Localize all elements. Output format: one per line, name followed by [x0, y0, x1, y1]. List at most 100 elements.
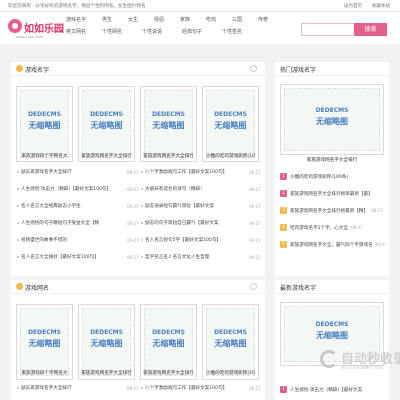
thumbnail[interactable]: DEDECMS 无缩略图: [202, 86, 259, 162]
list-item[interactable]: 人生感悟·攻击力（精辟)【最好文案100句】 09-27: [17, 186, 139, 196]
thumbnail-caption[interactable]: 家族游戏网名字大全排行: [280, 157, 384, 163]
thumbnail[interactable]: DEDECMS 无缩略图: [280, 84, 384, 155]
thumbnail-label: 无缩略图: [28, 339, 61, 348]
list-item-date: 09-27: [249, 169, 261, 175]
list-item-title: 八个字激励短句工作【最好文案100句】: [145, 386, 228, 391]
rank-item[interactable]: 4 吃鸡游戏名字2个字，心大全 09-27: [280, 224, 386, 234]
list-item[interactable]: 名人名言大全摘抄【最好文案100句】 09-27: [17, 254, 139, 264]
thumbnail-caption[interactable]: 家族游戏网名字大全排行: [78, 153, 135, 159]
bullet-icon: [17, 221, 19, 224]
list-item[interactable]: 八个字激励短句工作【最好文案100句】 09-27: [141, 169, 261, 179]
rank-item[interactable]: 3 家族游戏网名字大全排行榜最新【精】 09-27: [280, 207, 386, 217]
rank-number: 2: [280, 190, 287, 197]
rank-number: 1: [280, 386, 287, 393]
bookmark-link[interactable]: 收藏本站: [372, 4, 390, 9]
rank-item[interactable]: 2 家族游戏网名字大全排行榜单最新【最】: [280, 190, 386, 200]
game-names-panel: 游戏名字 DEDECMS 无缩略图 DEDECMS 无缩略图 DEDECMS 无缩略图…: [11, 62, 265, 276]
latest-game-names-panel: 最新游戏名字 DEDECMS 无缩略图 1 人生感悟·攻击力（精辟)【最好文案: [275, 280, 389, 400]
thumbnail-caption[interactable]: 家族游戏四个字网名大: [16, 153, 73, 159]
list-item[interactable]: 励志系游戏名字大全排行 09-27: [17, 385, 139, 395]
list-item-title: 名人名言大全经典励志小学生: [21, 204, 81, 209]
thumbnail-label: 无缩略图: [214, 121, 247, 130]
thumbnail[interactable]: DEDECMS 无缩略图: [140, 304, 197, 380]
rank-item-title: 吃鸡游戏名字2个字，心大全: [290, 226, 349, 231]
panel-title-text: 游戏网名: [25, 285, 50, 292]
rank-number: 1: [280, 173, 287, 180]
smile-icon: [16, 283, 23, 290]
bullet-icon: [141, 221, 143, 224]
list-item[interactable]: 八个字激励短句工作【最好文案100句】 09-27: [141, 385, 261, 395]
list-item[interactable]: 哲学名言名人名言文化人生哲理 09-27: [141, 254, 261, 264]
search-input[interactable]: [301, 23, 354, 36]
list-item-date: 09-27: [249, 203, 261, 209]
logo-url: www.xxxx.com: [16, 35, 43, 39]
panel-title-text: 热门游戏名字: [280, 67, 317, 74]
list-item-title: 大惑局有适合的诗句（精辟）: [145, 187, 205, 192]
thumbnail-brand: DEDECMS: [152, 111, 185, 118]
rank-item[interactable]: 1 人生感悟·攻击力（精辟)【最好文案: [280, 386, 386, 396]
nav-item-male[interactable]: 男生: [102, 16, 112, 23]
thumbnail-label: 无缩略图: [214, 339, 247, 348]
list-item[interactable]: 励志系游戏名字大全排行 09-27: [17, 169, 139, 179]
thumbnail-brand: DEDECMS: [214, 111, 247, 118]
nav-item-personal-names[interactable]: 个性网名: [102, 28, 122, 35]
nav-item-family[interactable]: 家族: [180, 16, 190, 23]
bullet-icon: [17, 255, 19, 258]
nav-item-female[interactable]: 女生: [128, 16, 138, 23]
nav-item-couple[interactable]: 情侣: [154, 16, 164, 23]
thumbnail[interactable]: DEDECMS 无缩略图: [140, 86, 197, 162]
thumbnail-brand: DEDECMS: [315, 321, 349, 328]
list-item-date: 09-27: [127, 237, 139, 243]
rank-item-title: 家族游戏网名字大全排行榜最新【精】: [290, 209, 369, 214]
more-icon[interactable]: [250, 65, 257, 72]
thumbnail-label: 无缩略图: [28, 121, 61, 130]
nav-item-pubg[interactable]: 吃鸡: [206, 16, 216, 23]
list-item[interactable]: 名人名言短句5字【最好文案100句】 09-27: [141, 237, 261, 247]
thumbnail-caption[interactable]: 家族游戏网名字大全排行: [78, 370, 135, 376]
thumbnail-caption[interactable]: 沙雕的吃鸡游戏昵称(10: [202, 153, 259, 159]
thumbnail[interactable]: DEDECMS 无缩略图: [16, 86, 73, 162]
set-homepage-link[interactable]: 设为首页: [344, 4, 362, 9]
thumbnail-brand: DEDECMS: [152, 329, 185, 336]
thumbnail[interactable]: DEDECMS 无缩略图: [202, 304, 259, 380]
thumbnail[interactable]: DEDECMS 无缩略图: [78, 304, 135, 380]
welcome-text: 欢迎您来到 · 分享好听的游戏名字，情侣个性的网名，女生图片网名: [8, 4, 146, 9]
thumbnail[interactable]: DEDECMS 无缩略图: [16, 304, 73, 380]
nav-item-game-names[interactable]: 游戏名字: [66, 16, 86, 23]
thumbnail-caption[interactable]: 家族游戏网名字大全排行: [140, 370, 197, 376]
rank-item-title: 人生感悟·攻击力（精辟)【最好文案: [290, 388, 363, 393]
list-item[interactable]: 很扬盛世的故事不错的 09-27: [17, 237, 139, 247]
panel-title: 最新游戏名字: [275, 280, 389, 294]
list-item[interactable]: 人生感悟的句子精短句子受益大全【精 09-27: [17, 220, 139, 230]
watermark: 自动秒收录 AUTO-SUBMIT SITE: [318, 344, 400, 380]
list-item[interactable]: 励志的句子简短自已霸气【最好文案 09-27: [141, 220, 261, 230]
bullet-icon: [17, 386, 19, 389]
nav-item-three-kingdoms[interactable]: 三国: [232, 16, 242, 23]
thumbnail-brand: DEDECMS: [28, 329, 61, 336]
search-button[interactable]: 搜索: [354, 23, 387, 36]
thumbnail-caption[interactable]: 家族游戏网名字大全排行: [140, 153, 197, 159]
rank-item[interactable]: 1 沙雕的吃鸡游戏昵称(100条): [280, 173, 386, 183]
list-item-title: 名人名言大全摘抄【最好文案100句】: [21, 255, 99, 260]
list-item[interactable]: 大惑局有适合的诗句（精辟） 09-27: [141, 186, 261, 196]
nav-item-english[interactable]: 英文网名: [66, 28, 86, 35]
nav-item-moods[interactable]: 个性说说: [142, 28, 162, 35]
nav-item-quotes[interactable]: 经典句子: [182, 28, 202, 35]
nav-item-signatures[interactable]: 个性签名: [222, 28, 242, 35]
bullet-icon: [17, 187, 19, 190]
more-icon[interactable]: [250, 283, 257, 290]
thumbnail-caption[interactable]: 家族游戏四个字网名大: [16, 370, 73, 376]
rank-item[interactable]: 5家族游戏网名字大全，霸气四个字游戏名09-27: [280, 241, 386, 251]
nav-item-legend[interactable]: 传奇: [258, 16, 268, 23]
bullet-icon: [141, 255, 143, 258]
thumbnail[interactable]: DEDECMS 无缩略图: [78, 86, 135, 162]
thumbnail-brand: DEDECMS: [214, 329, 247, 336]
thumbnail-caption[interactable]: 沙雕的吃鸡游戏昵称(10: [202, 370, 259, 376]
site-logo[interactable]: 如如乐园 www.xxxx.com: [6, 16, 64, 42]
list-item[interactable]: 励志语录短句霸气简短【最好文案 09-27: [141, 203, 261, 213]
watermark-subtext: AUTO-SUBMIT SITE: [341, 366, 384, 371]
list-item-date: 09-27: [127, 186, 139, 192]
panel-title: 热门游戏名字: [275, 62, 389, 76]
bullet-icon: [141, 204, 143, 207]
list-item[interactable]: 名人名言大全经典励志小学生 09-27: [17, 203, 139, 213]
